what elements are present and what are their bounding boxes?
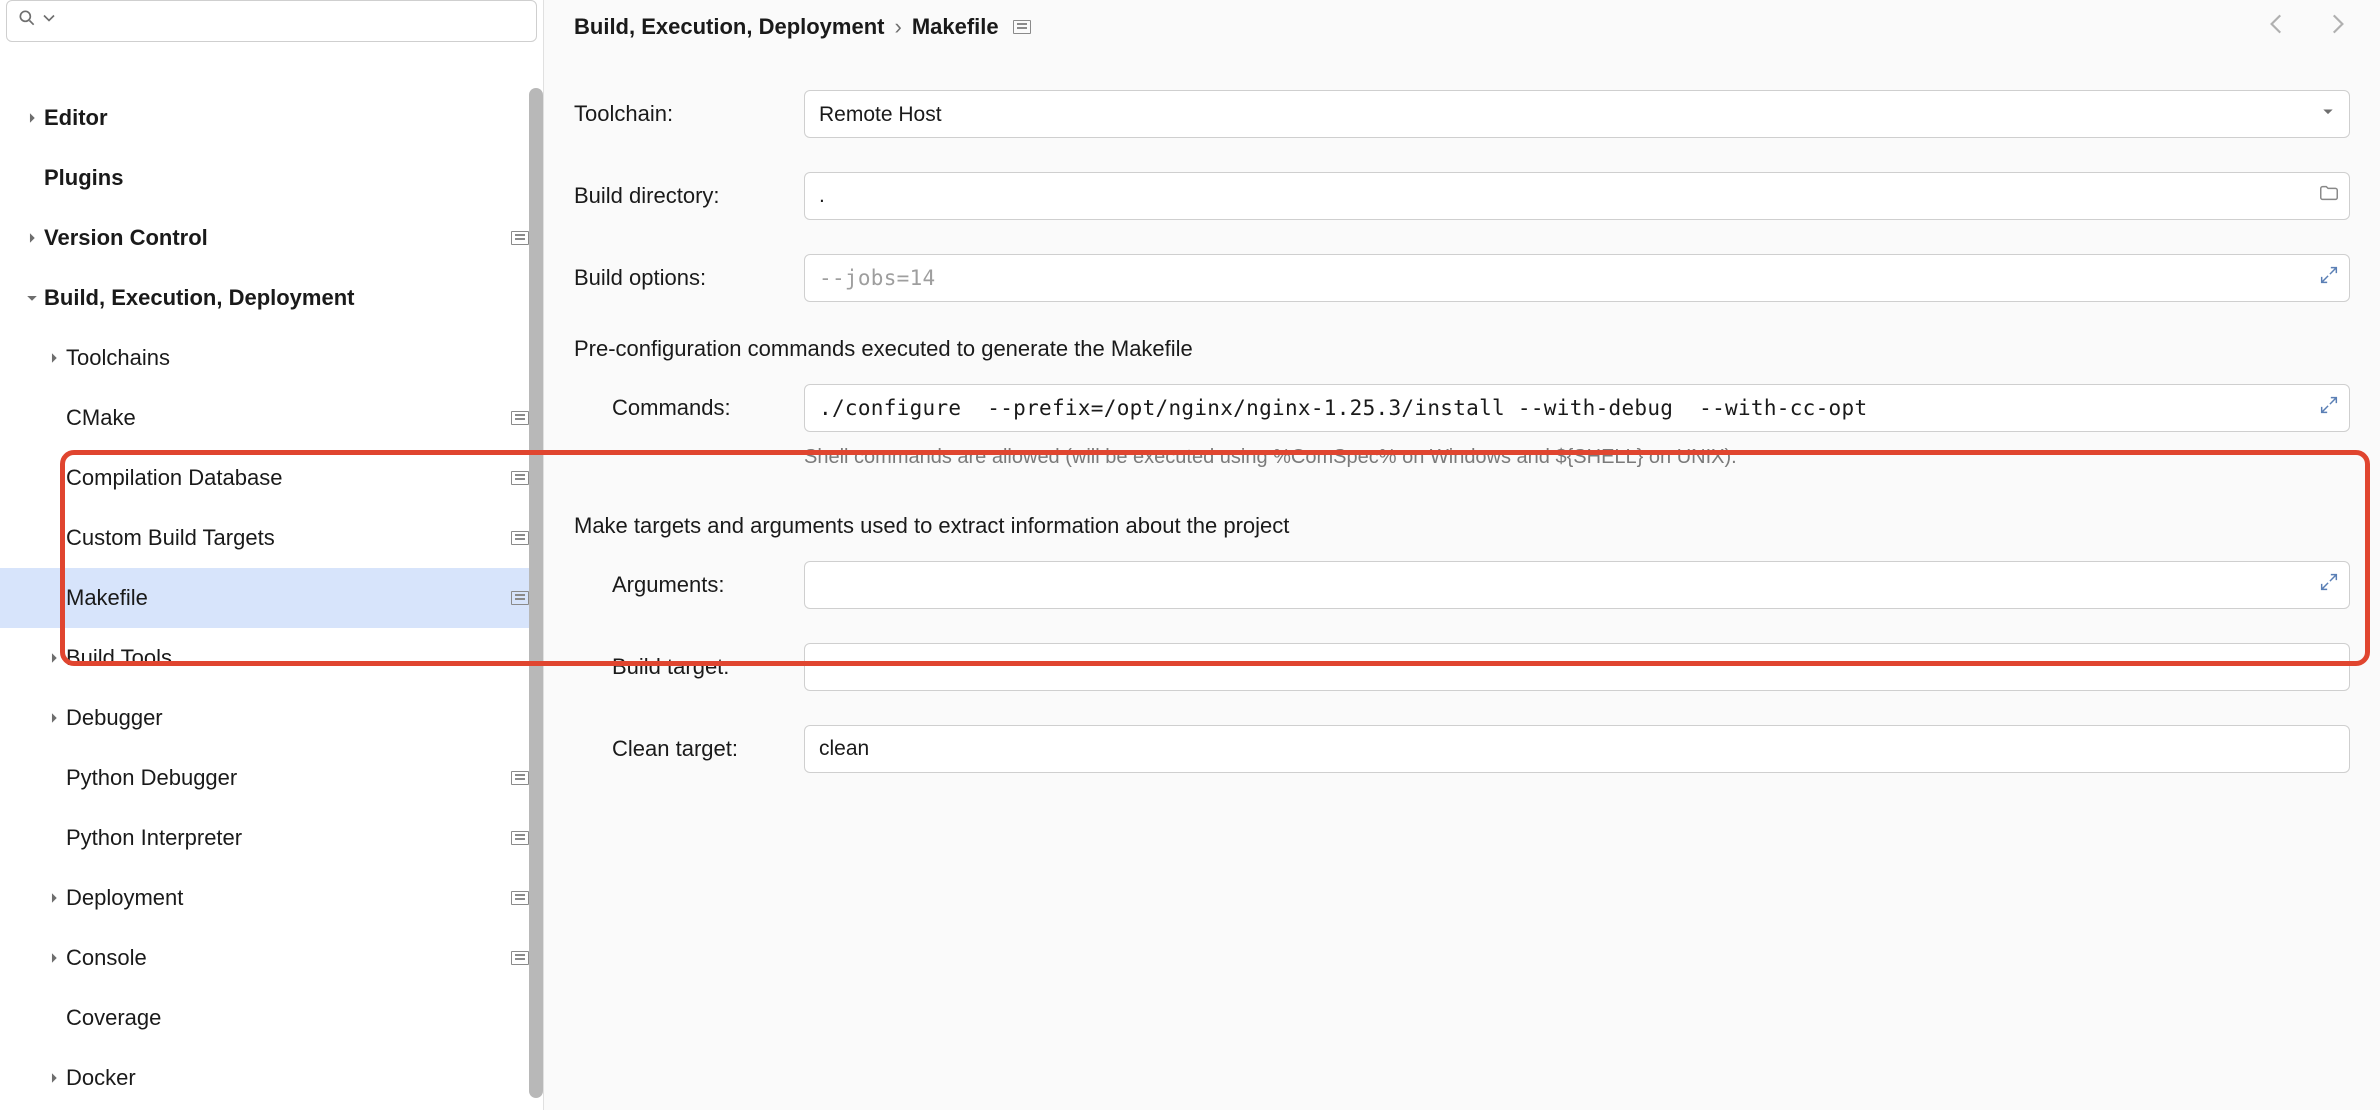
tree-item-toolchains[interactable]: Toolchains: [0, 328, 543, 388]
tree-item-docker[interactable]: Docker: [0, 1048, 543, 1108]
build-directory-input[interactable]: [804, 172, 2350, 220]
chevron-right-icon[interactable]: [42, 351, 66, 365]
search-input[interactable]: [67, 10, 526, 33]
commands-hint: Shell commands are allowed (will be exec…: [804, 446, 2350, 469]
modified-icon: [511, 891, 529, 905]
sidebar-scrollbar-thumb[interactable]: [529, 88, 543, 1098]
tree-item-console[interactable]: Console: [0, 928, 543, 988]
breadcrumb-parent[interactable]: Build, Execution, Deployment: [574, 14, 884, 40]
tree-item-editor[interactable]: Editor: [0, 88, 543, 148]
chevron-right-icon[interactable]: [42, 651, 66, 665]
tree-item-coverage[interactable]: Coverage: [0, 988, 543, 1048]
build-directory-label: Build directory:: [574, 183, 804, 209]
tree-item-label: Build, Execution, Deployment: [44, 285, 529, 311]
toolchain-label: Toolchain:: [574, 101, 804, 127]
preconfiguration-section-label: Pre-configuration commands executed to g…: [574, 336, 2350, 362]
tree-item-python-debugger[interactable]: Python Debugger: [0, 748, 543, 808]
modified-icon: [511, 951, 529, 965]
breadcrumb-current: Makefile: [912, 14, 999, 40]
tree-item-custom-build-targets[interactable]: Custom Build Targets: [0, 508, 543, 568]
commands-label: Commands:: [612, 395, 804, 421]
settings-sidebar: Editor Plugins Version Control Build, Execu…: [0, 0, 544, 1110]
tree-item-label: Build Tools: [66, 645, 529, 671]
tree-item-debugger[interactable]: Debugger: [0, 688, 543, 748]
clean-target-input[interactable]: [804, 725, 2350, 773]
modified-icon: [511, 771, 529, 785]
tree-item-plugins[interactable]: Plugins: [0, 148, 543, 208]
search-icon: [17, 8, 37, 34]
modified-icon: [511, 531, 529, 545]
nav-back-icon[interactable]: [2264, 11, 2290, 43]
folder-icon[interactable]: [2318, 182, 2340, 210]
commands-input[interactable]: [804, 384, 2350, 432]
tree-item-label: Toolchains: [66, 345, 529, 371]
tree-item-label: Coverage: [66, 1005, 529, 1031]
tree-item-compilation-database[interactable]: Compilation Database: [0, 448, 543, 508]
chevron-down-icon[interactable]: [20, 291, 44, 305]
tree-item-label: Docker: [66, 1065, 529, 1091]
search-input-container[interactable]: [6, 0, 537, 42]
tree-item-build-tools[interactable]: Build Tools: [0, 628, 543, 688]
breadcrumb-separator: ›: [894, 14, 901, 40]
expand-icon[interactable]: [2318, 394, 2340, 422]
chevron-right-icon[interactable]: [42, 711, 66, 725]
breadcrumb: Build, Execution, Deployment › Makefile: [574, 14, 1031, 40]
toolchain-select[interactable]: Remote Host: [804, 90, 2350, 138]
settings-tree: Editor Plugins Version Control Build, Execu…: [0, 48, 543, 1110]
arguments-label: Arguments:: [612, 572, 804, 598]
modified-icon: [511, 411, 529, 425]
tree-item-makefile[interactable]: Makefile: [0, 568, 543, 628]
build-options-label: Build options:: [574, 265, 804, 291]
tree-item-label: Editor: [44, 105, 529, 131]
build-target-label: Build target:: [612, 654, 804, 680]
tree-item-label: Debugger: [66, 705, 529, 731]
tree-item-python-interpreter[interactable]: Python Interpreter: [0, 808, 543, 868]
modified-icon: [511, 471, 529, 485]
tree-item-label: Python Interpreter: [66, 825, 503, 851]
tree-item-label: Deployment: [66, 885, 503, 911]
tree-item-label: Custom Build Targets: [66, 525, 503, 551]
chevron-right-icon[interactable]: [42, 1071, 66, 1085]
build-options-input[interactable]: [804, 254, 2350, 302]
settings-main: Build, Execution, Deployment › Makefile …: [544, 0, 2380, 1110]
tree-item-label: Version Control: [44, 225, 503, 251]
chevron-right-icon[interactable]: [20, 231, 44, 245]
tree-item-label: Plugins: [44, 165, 529, 191]
build-target-input[interactable]: [804, 643, 2350, 691]
tree-item-label: CMake: [66, 405, 503, 431]
tree-item-version-control[interactable]: Version Control: [0, 208, 543, 268]
make-targets-section-label: Make targets and arguments used to extra…: [574, 513, 2350, 539]
chevron-right-icon[interactable]: [42, 891, 66, 905]
expand-icon[interactable]: [2318, 264, 2340, 292]
modified-icon: [511, 591, 529, 605]
nav-forward-icon[interactable]: [2324, 11, 2350, 43]
tree-item-label: Console: [66, 945, 503, 971]
modified-icon: [511, 231, 529, 245]
tree-item-build-execution-deployment[interactable]: Build, Execution, Deployment: [0, 268, 543, 328]
tree-item-label: Python Debugger: [66, 765, 503, 791]
expand-icon[interactable]: [2318, 571, 2340, 599]
chevron-right-icon[interactable]: [20, 111, 44, 125]
tree-item-cmake[interactable]: CMake: [0, 388, 543, 448]
clean-target-label: Clean target:: [612, 736, 804, 762]
tree-item-label: Compilation Database: [66, 465, 503, 491]
modified-icon: [511, 831, 529, 845]
tree-item-deployment[interactable]: Deployment: [0, 868, 543, 928]
modified-icon: [1013, 20, 1031, 34]
search-options-chevron-icon[interactable]: [39, 8, 59, 34]
arguments-input[interactable]: [804, 561, 2350, 609]
tree-item-label: Makefile: [66, 585, 503, 611]
chevron-right-icon[interactable]: [42, 951, 66, 965]
